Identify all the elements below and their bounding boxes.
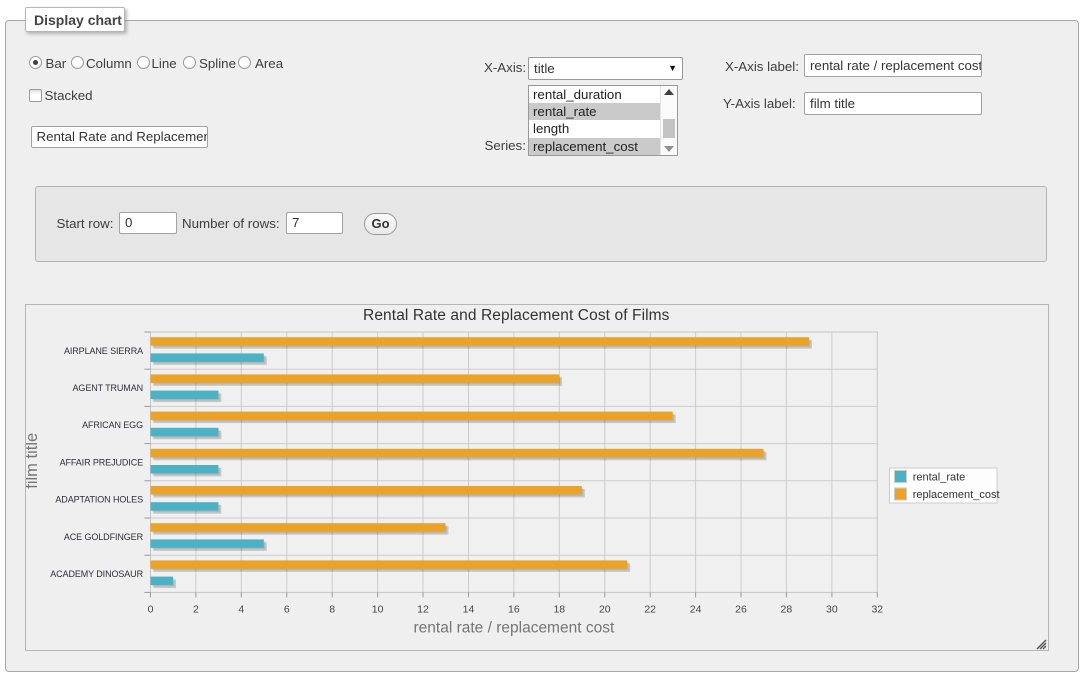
svg-text:4: 4 [238,604,244,616]
svg-text:rental_rate: rental_rate [913,472,966,484]
svg-text:22: 22 [644,604,656,616]
svg-text:8: 8 [329,604,335,616]
svg-text:30: 30 [826,604,838,616]
svg-text:16: 16 [508,604,520,616]
svg-text:ADAPTATION HOLES: ADAPTATION HOLES [55,495,143,505]
svg-text:film title: film title [26,433,41,489]
svg-text:28: 28 [781,604,793,616]
svg-text:0: 0 [148,604,154,616]
svg-text:AFFAIR PREJUDICE: AFFAIR PREJUDICE [60,457,144,467]
svg-text:2: 2 [193,604,199,616]
svg-text:Rental Rate and Replacement Co: Rental Rate and Replacement Cost of Film… [363,307,670,324]
svg-text:AFRICAN EGG: AFRICAN EGG [82,420,143,430]
svg-text:18: 18 [553,604,565,616]
svg-text:6: 6 [284,604,290,616]
svg-text:12: 12 [417,604,429,616]
svg-text:ACADEMY DINOSAUR: ACADEMY DINOSAUR [50,569,143,579]
svg-text:ACE GOLDFINGER: ACE GOLDFINGER [64,532,144,542]
svg-text:AIRPLANE SIERRA: AIRPLANE SIERRA [64,346,143,356]
svg-text:14: 14 [463,604,475,616]
svg-text:26: 26 [735,604,747,616]
svg-text:AGENT TRUMAN: AGENT TRUMAN [73,383,143,393]
svg-text:24: 24 [690,604,702,616]
svg-text:replacement_cost: replacement_cost [913,489,1000,501]
svg-text:10: 10 [372,604,384,616]
svg-text:20: 20 [599,604,611,616]
svg-text:rental rate / replacement cost: rental rate / replacement cost [414,620,615,637]
svg-text:32: 32 [871,604,883,616]
